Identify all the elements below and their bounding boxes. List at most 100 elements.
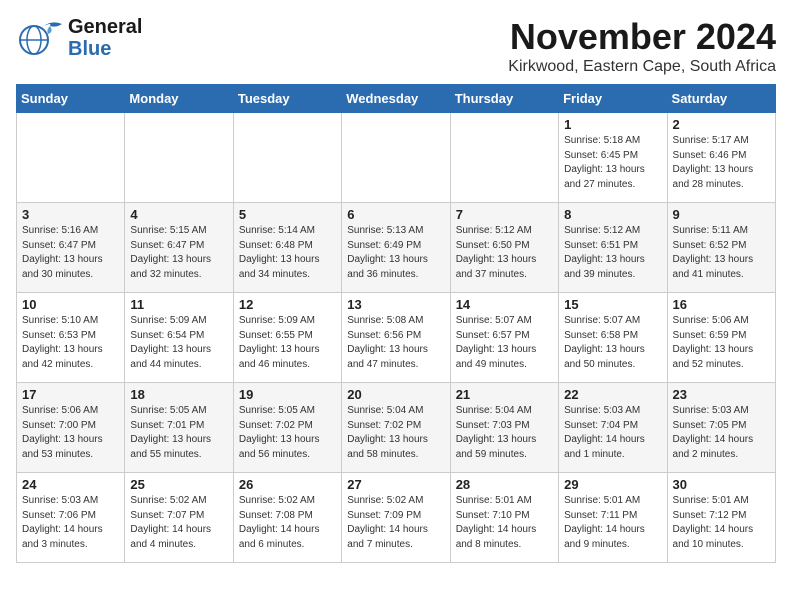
day-info: Sunrise: 5:13 AM Sunset: 6:49 PM Dayligh… (347, 224, 444, 282)
calendar-header-row: SundayMondayTuesdayWednesdayThursdayFrid… (17, 85, 776, 113)
calendar-cell: 7 Sunrise: 5:12 AM Sunset: 6:50 PM Daylig… (450, 203, 558, 293)
day-info: Sunrise: 5:15 AM Sunset: 6:47 PM Dayligh… (130, 224, 227, 282)
day-number: 11 (130, 297, 227, 312)
day-info: Sunrise: 5:02 AM Sunset: 7:08 PM Dayligh… (239, 494, 336, 552)
calendar-cell: 23Sunrise: 5:03 AM Sunset: 7:05 PM Dayli… (667, 383, 775, 473)
calendar-cell: 25Sunrise: 5:02 AM Sunset: 7:07 PM Dayli… (125, 473, 233, 563)
week-row-3: 17Sunrise: 5:06 AM Sunset: 7:00 PM Dayli… (17, 383, 776, 473)
day-info: Sunrise: 5:16 AM Sunset: 6:47 PM Dayligh… (22, 224, 119, 282)
calendar-cell: 28 Sunrise: 5:01 AM Sunset: 7:10 PM Dayli… (450, 473, 558, 563)
day-info: Sunrise: 5:04 AM Sunset: 7:03 PM Dayligh… (456, 404, 553, 462)
calendar-cell (450, 113, 558, 203)
calendar-cell: 15 Sunrise: 5:07 AM Sunset: 6:58 PM Dayli… (559, 293, 667, 383)
day-number: 10 (22, 297, 119, 312)
week-row-2: 10 Sunrise: 5:10 AM Sunset: 6:53 PM Dayli… (17, 293, 776, 383)
day-info: Sunrise: 5:12 AM Sunset: 6:50 PM Dayligh… (456, 224, 553, 282)
calendar-cell (125, 113, 233, 203)
day-info: Sunrise: 5:03 AM Sunset: 7:06 PM Dayligh… (22, 494, 119, 552)
header-friday: Friday (559, 85, 667, 113)
day-info: Sunrise: 5:08 AM Sunset: 6:56 PM Dayligh… (347, 314, 444, 372)
week-row-4: 24 Sunrise: 5:03 AM Sunset: 7:06 PM Dayli… (17, 473, 776, 563)
calendar-cell: 16 Sunrise: 5:06 AM Sunset: 6:59 PM Dayli… (667, 293, 775, 383)
calendar-cell: 6 Sunrise: 5:13 AM Sunset: 6:49 PM Daylig… (342, 203, 450, 293)
calendar-cell (233, 113, 341, 203)
day-number: 16 (673, 297, 770, 312)
location-title: Kirkwood, Eastern Cape, South Africa (508, 58, 776, 76)
day-info: Sunrise: 5:02 AM Sunset: 7:09 PM Dayligh… (347, 494, 444, 552)
day-info: Sunrise: 5:03 AM Sunset: 7:04 PM Dayligh… (564, 404, 661, 462)
calendar-cell: 10 Sunrise: 5:10 AM Sunset: 6:53 PM Dayli… (17, 293, 125, 383)
calendar-cell: 11 Sunrise: 5:09 AM Sunset: 6:54 PM Dayli… (125, 293, 233, 383)
header-saturday: Saturday (667, 85, 775, 113)
calendar-cell: 2 Sunrise: 5:17 AM Sunset: 6:46 PM Daylig… (667, 113, 775, 203)
day-info: Sunrise: 5:14 AM Sunset: 6:48 PM Dayligh… (239, 224, 336, 282)
calendar-cell (342, 113, 450, 203)
calendar-cell: 21 Sunrise: 5:04 AM Sunset: 7:03 PM Dayli… (450, 383, 558, 473)
day-info: Sunrise: 5:12 AM Sunset: 6:51 PM Dayligh… (564, 224, 661, 282)
calendar-cell: 30Sunrise: 5:01 AM Sunset: 7:12 PM Dayli… (667, 473, 775, 563)
calendar-cell: 12 Sunrise: 5:09 AM Sunset: 6:55 PM Dayli… (233, 293, 341, 383)
day-number: 2 (673, 117, 770, 132)
calendar-table: SundayMondayTuesdayWednesdayThursdayFrid… (16, 84, 776, 563)
day-number: 5 (239, 207, 336, 222)
day-number: 30 (673, 477, 770, 492)
day-number: 4 (130, 207, 227, 222)
day-number: 25 (130, 477, 227, 492)
day-number: 3 (22, 207, 119, 222)
day-info: Sunrise: 5:05 AM Sunset: 7:01 PM Dayligh… (130, 404, 227, 462)
day-info: Sunrise: 5:04 AM Sunset: 7:02 PM Dayligh… (347, 404, 444, 462)
calendar-cell: 9Sunrise: 5:11 AM Sunset: 6:52 PM Daylig… (667, 203, 775, 293)
day-number: 14 (456, 297, 553, 312)
day-number: 29 (564, 477, 661, 492)
header-tuesday: Tuesday (233, 85, 341, 113)
header-wednesday: Wednesday (342, 85, 450, 113)
day-info: Sunrise: 5:17 AM Sunset: 6:46 PM Dayligh… (673, 134, 770, 192)
calendar-cell: 24 Sunrise: 5:03 AM Sunset: 7:06 PM Dayli… (17, 473, 125, 563)
calendar-cell: 19Sunrise: 5:05 AM Sunset: 7:02 PM Dayli… (233, 383, 341, 473)
day-info: Sunrise: 5:07 AM Sunset: 6:58 PM Dayligh… (564, 314, 661, 372)
calendar-cell: 13Sunrise: 5:08 AM Sunset: 6:56 PM Dayli… (342, 293, 450, 383)
day-info: Sunrise: 5:01 AM Sunset: 7:10 PM Dayligh… (456, 494, 553, 552)
day-info: Sunrise: 5:01 AM Sunset: 7:11 PM Dayligh… (564, 494, 661, 552)
day-number: 20 (347, 387, 444, 402)
calendar-cell: 18 Sunrise: 5:05 AM Sunset: 7:01 PM Dayli… (125, 383, 233, 473)
day-number: 19 (239, 387, 336, 402)
calendar-cell: 17Sunrise: 5:06 AM Sunset: 7:00 PM Dayli… (17, 383, 125, 473)
day-info: Sunrise: 5:09 AM Sunset: 6:55 PM Dayligh… (239, 314, 336, 372)
day-number: 26 (239, 477, 336, 492)
calendar-cell: 3 Sunrise: 5:16 AM Sunset: 6:47 PM Daylig… (17, 203, 125, 293)
day-number: 24 (22, 477, 119, 492)
day-number: 6 (347, 207, 444, 222)
page-header: General Blue November 2024 Kirkwood, Eas… (16, 16, 776, 76)
day-number: 27 (347, 477, 444, 492)
logo-icon (16, 18, 64, 58)
calendar-cell: 29 Sunrise: 5:01 AM Sunset: 7:11 PM Dayli… (559, 473, 667, 563)
calendar-cell: 22 Sunrise: 5:03 AM Sunset: 7:04 PM Dayli… (559, 383, 667, 473)
day-info: Sunrise: 5:09 AM Sunset: 6:54 PM Dayligh… (130, 314, 227, 372)
day-number: 9 (673, 207, 770, 222)
logo-text-blue: Blue (68, 38, 142, 60)
day-number: 21 (456, 387, 553, 402)
calendar-body: 1Sunrise: 5:18 AM Sunset: 6:45 PM Daylig… (17, 113, 776, 563)
logo: General Blue (16, 16, 142, 60)
header-monday: Monday (125, 85, 233, 113)
day-info: Sunrise: 5:06 AM Sunset: 7:00 PM Dayligh… (22, 404, 119, 462)
calendar-cell: 14 Sunrise: 5:07 AM Sunset: 6:57 PM Dayli… (450, 293, 558, 383)
logo-text-general: General (68, 16, 142, 38)
day-info: Sunrise: 5:06 AM Sunset: 6:59 PM Dayligh… (673, 314, 770, 372)
day-number: 28 (456, 477, 553, 492)
month-title: November 2024 (508, 16, 776, 58)
day-number: 1 (564, 117, 661, 132)
week-row-1: 3 Sunrise: 5:16 AM Sunset: 6:47 PM Daylig… (17, 203, 776, 293)
day-number: 22 (564, 387, 661, 402)
calendar-cell: 27 Sunrise: 5:02 AM Sunset: 7:09 PM Dayli… (342, 473, 450, 563)
day-info: Sunrise: 5:10 AM Sunset: 6:53 PM Dayligh… (22, 314, 119, 372)
calendar-cell: 5 Sunrise: 5:14 AM Sunset: 6:48 PM Daylig… (233, 203, 341, 293)
day-number: 15 (564, 297, 661, 312)
day-info: Sunrise: 5:07 AM Sunset: 6:57 PM Dayligh… (456, 314, 553, 372)
day-number: 7 (456, 207, 553, 222)
day-number: 18 (130, 387, 227, 402)
calendar-cell: 8Sunrise: 5:12 AM Sunset: 6:51 PM Daylig… (559, 203, 667, 293)
calendar-cell: 20 Sunrise: 5:04 AM Sunset: 7:02 PM Dayli… (342, 383, 450, 473)
day-number: 12 (239, 297, 336, 312)
